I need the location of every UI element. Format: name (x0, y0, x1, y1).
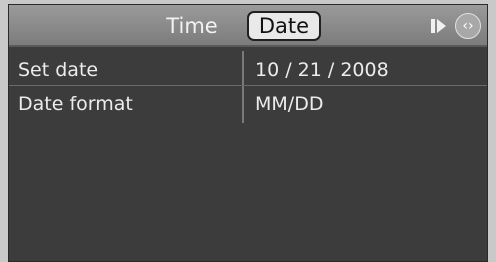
setting-row-set-date[interactable]: Set date 10 / 21 / 2008 (9, 55, 487, 86)
setting-value: MM/DD (255, 93, 324, 115)
play-next-icon[interactable] (431, 19, 446, 33)
tab-date[interactable]: Date (247, 11, 321, 41)
tab-time[interactable]: Time (157, 11, 227, 41)
settings-screen: Time Date ‹› Set date 10 / 21 / 2008 Dat… (8, 4, 488, 262)
setting-label: Date format (18, 93, 133, 115)
setting-label: Set date (18, 59, 99, 81)
setting-row-date-format[interactable]: Date format MM/DD (9, 89, 487, 119)
tab-header: Time Date ‹› (9, 5, 487, 47)
controller-dial-icon[interactable]: ‹› (455, 13, 481, 39)
setting-value: 10 / 21 / 2008 (255, 59, 389, 81)
